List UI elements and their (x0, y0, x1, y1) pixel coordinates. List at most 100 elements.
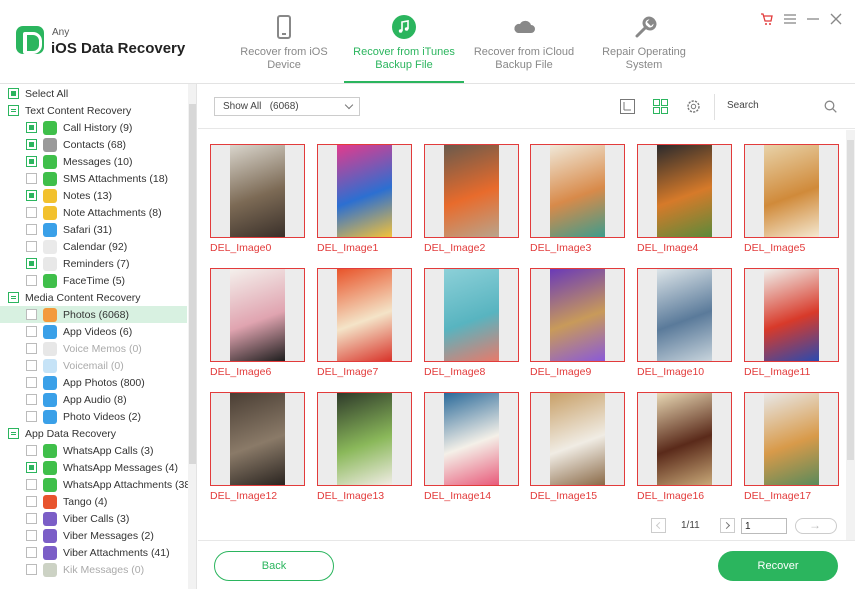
sidebar-item-whatsapp-attachments[interactable]: WhatsApp Attachments (38) (0, 476, 194, 493)
grid-scroll-thumb[interactable] (847, 140, 854, 460)
thumbnail-frame[interactable] (424, 144, 519, 238)
messages-checkbox[interactable] (26, 156, 37, 167)
thumbnail-frame[interactable] (210, 268, 305, 362)
sidebar-item-reminders[interactable]: Reminders (7) (0, 255, 187, 272)
photo-thumbnail[interactable]: DEL_Image10 (637, 268, 732, 378)
notes-checkbox[interactable] (26, 190, 37, 201)
thumbnail-frame[interactable] (317, 144, 412, 238)
sidebar-item-call-history[interactable]: Call History (9) (0, 119, 187, 136)
sidebar-item-viber-calls[interactable]: Viber Calls (3) (0, 510, 187, 527)
app-videos-checkbox[interactable] (26, 326, 37, 337)
kik-messages-checkbox[interactable] (26, 564, 37, 575)
thumbnail-frame[interactable] (424, 268, 519, 362)
reminders-checkbox[interactable] (26, 258, 37, 269)
photo-thumbnail[interactable]: DEL_Image13 (317, 392, 412, 502)
thumbnail-frame[interactable] (210, 144, 305, 238)
note-attachments-checkbox[interactable] (26, 207, 37, 218)
sidebar-category-media-content-recovery[interactable]: Media Content Recovery (0, 289, 187, 306)
photo-thumbnail[interactable]: DEL_Image9 (530, 268, 625, 378)
sidebar-item-photo-videos[interactable]: Photo Videos (2) (0, 408, 187, 425)
photo-thumbnail[interactable]: DEL_Image12 (210, 392, 305, 502)
app-audio-checkbox[interactable] (26, 394, 37, 405)
back-button[interactable]: Back (214, 551, 334, 581)
safari-checkbox[interactable] (26, 224, 37, 235)
facetime-checkbox[interactable] (26, 275, 37, 286)
grid-view-icon[interactable] (652, 98, 669, 115)
thumbnail-frame[interactable] (637, 268, 732, 362)
category-toggle-icon[interactable] (8, 105, 19, 116)
photo-thumbnail[interactable]: DEL_Image6 (210, 268, 305, 378)
thumbnail-frame[interactable] (530, 268, 625, 362)
photo-thumbnail[interactable]: DEL_Image8 (424, 268, 519, 378)
sidebar-item-whatsapp-calls[interactable]: WhatsApp Calls (3) (0, 442, 187, 459)
whatsapp-calls-checkbox[interactable] (26, 445, 37, 456)
sidebar-item-whatsapp-messages[interactable]: WhatsApp Messages (4) (0, 459, 187, 476)
cart-icon[interactable] (760, 12, 774, 26)
minimize-icon[interactable] (806, 12, 820, 26)
sidebar-item-app-photos[interactable]: App Photos (800) (0, 374, 187, 391)
whatsapp-attachments-checkbox[interactable] (26, 479, 37, 490)
grid-scrollbar[interactable] (846, 130, 855, 540)
search-icon[interactable] (824, 100, 837, 113)
thumbnail-frame[interactable] (210, 392, 305, 486)
thumbnail-frame[interactable] (637, 392, 732, 486)
thumbnail-frame[interactable] (317, 268, 412, 362)
sidebar-item-safari[interactable]: Safari (31) (0, 221, 187, 238)
select-all-checkbox[interactable] (8, 88, 19, 99)
photo-thumbnail[interactable]: DEL_Image5 (744, 144, 839, 254)
category-toggle-icon[interactable] (8, 292, 19, 303)
photo-thumbnail[interactable]: DEL_Image4 (637, 144, 732, 254)
photo-thumbnail[interactable]: DEL_Image3 (530, 144, 625, 254)
category-toggle-icon[interactable] (8, 428, 19, 439)
thumbnail-frame[interactable] (424, 392, 519, 486)
sidebar-item-app-audio[interactable]: App Audio (8) (0, 391, 187, 408)
sidebar-category-text-content-recovery[interactable]: Text Content Recovery (0, 102, 187, 119)
go-to-page-button[interactable] (795, 518, 837, 534)
settings-icon[interactable] (685, 98, 702, 115)
photo-thumbnail[interactable]: DEL_Image15 (530, 392, 625, 502)
menu-icon[interactable] (783, 12, 797, 26)
sidebar-item-contacts[interactable]: Contacts (68) (0, 136, 187, 153)
sidebar-item-facetime[interactable]: FaceTime (5) (0, 272, 187, 289)
thumbnail-frame[interactable] (530, 392, 625, 486)
search-input[interactable]: Search (727, 100, 759, 111)
photo-thumbnail[interactable]: DEL_Image11 (744, 268, 839, 378)
close-icon[interactable] (829, 12, 843, 26)
call-history-checkbox[interactable] (26, 122, 37, 133)
sidebar-scrollbar[interactable] (188, 84, 196, 589)
photo-thumbnail[interactable]: DEL_Image1 (317, 144, 412, 254)
tab-recover-from-itunes-backup[interactable]: Recover from iTunes Backup File (344, 0, 464, 83)
sms-attachments-checkbox[interactable] (26, 173, 37, 184)
whatsapp-messages-checkbox[interactable] (26, 462, 37, 473)
recover-button[interactable]: Recover (718, 551, 838, 581)
voice-memos-checkbox[interactable] (26, 343, 37, 354)
sidebar-item-voicemail[interactable]: Voicemail (0) (0, 357, 187, 374)
photo-thumbnail[interactable]: DEL_Image2 (424, 144, 519, 254)
thumbnail-frame[interactable] (744, 268, 839, 362)
sidebar-item-sms-attachments[interactable]: SMS Attachments (18) (0, 170, 187, 187)
thumbnail-frame[interactable] (530, 144, 625, 238)
thumbnail-frame[interactable] (744, 144, 839, 238)
thumbnail-frame[interactable] (317, 392, 412, 486)
thumbnail-frame[interactable] (637, 144, 732, 238)
photos-checkbox[interactable] (26, 309, 37, 320)
photo-videos-checkbox[interactable] (26, 411, 37, 422)
sidebar-item-messages[interactable]: Messages (10) (0, 153, 187, 170)
calendar-filter-icon[interactable] (619, 98, 636, 115)
photo-thumbnail[interactable]: DEL_Image0 (210, 144, 305, 254)
sidebar-item-note-attachments[interactable]: Note Attachments (8) (0, 204, 187, 221)
viber-attachments-checkbox[interactable] (26, 547, 37, 558)
tab-recover-from-icloud-backup[interactable]: Recover from iCloud Backup File (464, 0, 584, 83)
sidebar-item-calendar[interactable]: Calendar (92) (0, 238, 187, 255)
sidebar-item-viber-attachments[interactable]: Viber Attachments (41) (0, 544, 187, 561)
sidebar-item-kik-messages[interactable]: Kik Messages (0) (0, 561, 187, 578)
sidebar-item-notes[interactable]: Notes (13) (0, 187, 187, 204)
voicemail-checkbox[interactable] (26, 360, 37, 371)
select-all-row[interactable]: Select All (0, 85, 187, 102)
page-number-input[interactable] (741, 518, 787, 534)
sidebar-scroll-thumb[interactable] (189, 104, 196, 464)
sidebar-item-photos[interactable]: Photos (6068) (0, 306, 187, 323)
thumbnail-frame[interactable] (744, 392, 839, 486)
photo-thumbnail[interactable]: DEL_Image14 (424, 392, 519, 502)
calendar-checkbox[interactable] (26, 241, 37, 252)
